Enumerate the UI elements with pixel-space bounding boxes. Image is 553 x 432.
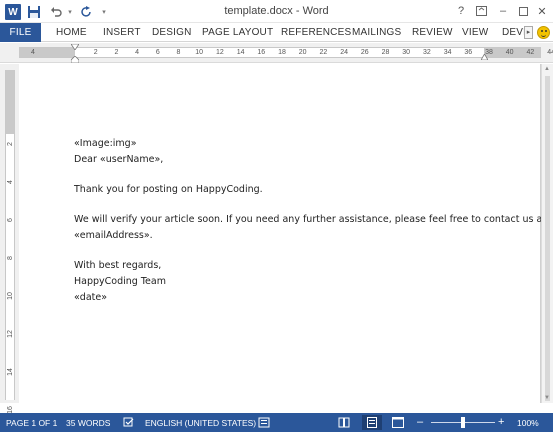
doc-line-date[interactable]: «date» — [74, 292, 107, 303]
tab-insert[interactable]: INSERT — [103, 23, 141, 42]
vertical-scrollbar[interactable]: ▲ ▼ — [541, 64, 553, 403]
ruler-tick-label: 24 — [340, 49, 348, 56]
tab-page-layout[interactable]: PAGE LAYOUT — [202, 23, 273, 42]
ruler-tick-label: 42 — [526, 49, 535, 56]
ruler-tick-label: 8 — [176, 49, 181, 56]
ruler-left-margin — [19, 48, 75, 57]
doc-line-email[interactable]: «emailAddress». — [74, 230, 153, 241]
vertical-ruler: 2 4 6 8 10 12 14 16 — [0, 64, 19, 414]
doc-line-image-field[interactable]: «Image:img» — [74, 138, 137, 149]
word-count[interactable]: 35 WORDS — [66, 418, 110, 428]
vertical-ruler-tick-label: 8 — [7, 256, 14, 260]
title-bar: W ▾ ▾ template.docx - Word ? – ✕ — [0, 0, 553, 23]
ruler-tick-label: 40 — [505, 49, 514, 56]
ruler-tick-label: 2 — [114, 49, 119, 56]
macro-recording-icon[interactable] — [258, 417, 270, 428]
ruler-tick-label: 20 — [298, 49, 307, 56]
ribbon-display-options-icon[interactable] — [474, 2, 488, 20]
print-layout-icon — [367, 417, 377, 428]
ruler-tick-label: 22 — [319, 49, 328, 56]
doc-line-team[interactable]: HappyCoding Team — [74, 276, 166, 287]
tab-view[interactable]: VIEW — [462, 23, 488, 42]
ruler-tick-label: 12 — [215, 49, 224, 56]
scroll-up-icon[interactable]: ▲ — [544, 66, 550, 72]
ruler-tick-label: 38 — [485, 49, 493, 56]
ruler-tick-label: 30 — [402, 49, 411, 56]
tab-references[interactable]: REFERENCES — [281, 23, 351, 42]
ruler-tick-label: 4 — [31, 49, 35, 56]
ruler-tick-label: 2 — [93, 49, 98, 56]
vertical-ruler-tick-label: 2 — [7, 142, 14, 146]
ruler-tick-label: 26 — [360, 49, 369, 56]
doc-line-regards[interactable]: With best regards, — [74, 260, 161, 271]
vertical-ruler-tick-label: 4 — [7, 180, 14, 184]
help-button[interactable]: ? — [454, 2, 468, 20]
maximize-button[interactable] — [516, 2, 530, 20]
status-bar: PAGE 1 OF 1 35 WORDS ENGLISH (UNITED STA… — [0, 413, 553, 432]
vertical-ruler-top-margin — [6, 70, 14, 134]
tab-file[interactable]: FILE — [0, 23, 41, 42]
scrollbar-thumb[interactable] — [545, 76, 550, 401]
ruler-tick-label: 34 — [443, 49, 452, 56]
ribbon-scroll-right-icon[interactable]: ▸ — [524, 26, 533, 39]
doc-line-thanks[interactable]: Thank you for posting on HappyCoding. — [74, 184, 263, 195]
horizontal-ruler: 4 2 2 4 6 8 10 12 14 16 18 20 22 24 26 28 30 32 34 36 38 40 42… — [0, 43, 553, 63]
proofing-icon[interactable] — [123, 417, 135, 428]
ruler-tick-label: 32 — [422, 49, 431, 56]
ruler-tick-label: 36 — [464, 49, 473, 56]
ruler-tick-label: 44 — [547, 49, 553, 56]
ruler-tick-label: 14 — [236, 49, 245, 56]
doc-line-verify[interactable]: We will verify your article soon. If you… — [74, 214, 546, 225]
web-layout-icon[interactable] — [392, 417, 404, 428]
zoom-out-button[interactable]: – — [417, 416, 423, 428]
close-button[interactable]: ✕ — [534, 2, 550, 20]
ruler-tick-label: 10 — [195, 49, 204, 56]
tab-mailings[interactable]: MAILINGS — [352, 23, 401, 42]
ruler-tick-label: 6 — [155, 49, 160, 56]
scroll-down-icon[interactable]: ▼ — [544, 395, 550, 401]
zoom-in-button[interactable]: + — [498, 416, 504, 428]
language-indicator[interactable]: ENGLISH (UNITED STATES) — [145, 418, 256, 428]
ruler-tick-label: 18 — [278, 49, 286, 56]
tab-design[interactable]: DESIGN — [152, 23, 192, 42]
document-area: «Image:img» Dear «userName», Thank you f… — [19, 64, 553, 403]
zoom-slider-thumb[interactable] — [461, 417, 465, 428]
vertical-ruler-tick-label: 6 — [7, 218, 14, 222]
vertical-ruler-tick-label: 12 — [7, 330, 14, 338]
print-layout-button[interactable] — [362, 415, 382, 430]
zoom-level[interactable]: 100% — [517, 418, 539, 428]
smiley-feedback-icon[interactable] — [537, 26, 550, 39]
window-title: template.docx - Word — [224, 5, 329, 17]
ruler-tick-label: 28 — [381, 49, 390, 56]
minimize-button[interactable]: – — [496, 2, 510, 20]
ribbon-tabs: FILE HOME INSERT DESIGN PAGE LAYOUT REFE… — [0, 23, 553, 42]
ruler-tick-label: 16 — [257, 49, 266, 56]
first-line-indent-marker[interactable] — [71, 44, 79, 50]
doc-line-greeting[interactable]: Dear «userName», — [74, 154, 163, 165]
vertical-ruler-tick-label: 10 — [7, 292, 14, 300]
tab-review[interactable]: REVIEW — [412, 23, 453, 42]
tab-home[interactable]: HOME — [56, 23, 87, 42]
hanging-indent-marker[interactable] — [71, 56, 79, 63]
ruler-tick-label: 4 — [135, 49, 140, 56]
page-count[interactable]: PAGE 1 OF 1 — [6, 418, 57, 428]
document-page[interactable]: «Image:img» Dear «userName», Thank you f… — [19, 64, 546, 403]
read-mode-icon[interactable] — [338, 417, 350, 428]
vertical-ruler-tick-label: 14 — [7, 368, 14, 376]
